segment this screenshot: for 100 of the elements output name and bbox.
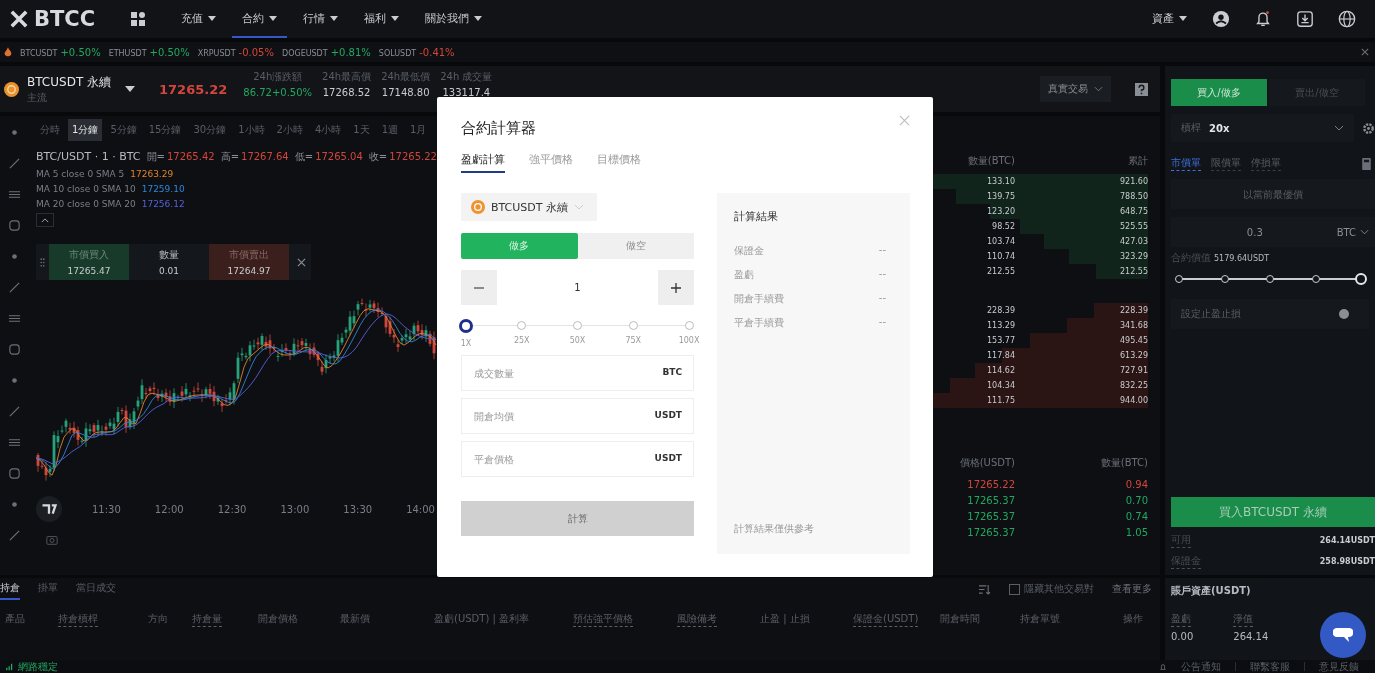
interval-tab[interactable]: 30分鐘 — [189, 119, 231, 141]
calculator-icon[interactable] — [1362, 157, 1371, 170]
symbol-select[interactable]: BTCUSDT 永續 — [461, 193, 597, 221]
slider-node[interactable] — [1266, 275, 1274, 283]
coin-icon — [471, 200, 485, 214]
price-field[interactable]: 以當前最優價 — [1171, 179, 1375, 209]
calculator-tab[interactable]: 強平價格 — [529, 152, 573, 173]
market-sell-button[interactable]: 市價賣出 17264.97 — [209, 244, 289, 280]
unit-label: BTC — [662, 367, 682, 377]
stat-label: 24h 成交量 — [440, 70, 493, 84]
nav-menu-item[interactable]: 關於我們 — [415, 0, 493, 38]
download-icon[interactable] — [1296, 10, 1314, 28]
lines-icon[interactable] — [7, 188, 21, 201]
fire-icon — [4, 47, 12, 57]
slider-node[interactable] — [1220, 275, 1229, 283]
chevron-up-icon — [41, 217, 49, 223]
interval-tab[interactable]: 1週 — [377, 119, 403, 141]
leverage-select[interactable]: 槓桿 20x — [1171, 114, 1354, 142]
time-axis-label: 14:00 — [406, 503, 435, 515]
leverage-input[interactable]: 1 — [497, 270, 658, 305]
direction-tab[interactable]: 做多 — [461, 233, 578, 259]
assets-menu[interactable]: 資產 — [1142, 0, 1197, 38]
order-total: 212.55 — [1119, 267, 1148, 276]
interval-tab[interactable]: 2小時 — [272, 119, 307, 141]
market-buy-button[interactable]: 市價買入 17265.47 — [49, 244, 129, 280]
ohlc-value: 17265.22 — [389, 151, 437, 162]
settings-icon[interactable] — [1362, 121, 1375, 135]
logo-text[interactable]: BTCC — [34, 7, 96, 31]
column-header: 開倉價格 — [258, 612, 298, 626]
footer-link[interactable]: 意見反饋 — [1319, 659, 1359, 673]
order-type-tab[interactable]: 停損單 — [1251, 156, 1281, 171]
calculator-tab[interactable]: 盈虧計算 — [461, 152, 505, 173]
positions-tab[interactable]: 當日成交 — [76, 578, 116, 600]
order-quantity: 117.84 — [986, 351, 1015, 360]
chart-pair-title: BTC/USDT · 1 · BTC — [36, 150, 141, 163]
logo-icon — [36, 496, 62, 522]
order-type-tab[interactable]: 限價單 — [1211, 156, 1241, 171]
interval-tab[interactable]: 1分鐘 — [68, 119, 103, 141]
nav-menu-item[interactable]: 充值 — [171, 0, 227, 38]
globe-icon[interactable] — [1338, 10, 1356, 28]
indicator-value: 17263.29 — [130, 169, 174, 179]
column-header: 累計 — [1127, 154, 1148, 168]
interval-tab[interactable]: 15分鐘 — [144, 119, 186, 141]
sort-icon[interactable] — [978, 583, 991, 595]
slider-node[interactable] — [1175, 275, 1183, 283]
drag-handle-icon[interactable] — [40, 256, 45, 268]
symbol-name[interactable]: BTCUSDT 永續 — [27, 73, 112, 91]
ticker-item[interactable]: SOLUSDT -0.41% — [378, 46, 455, 58]
order-quantity: 111.75 — [986, 396, 1015, 405]
footer-link[interactable]: 聯繫客服 — [1250, 659, 1290, 673]
caret-icon[interactable] — [125, 86, 136, 92]
interval-tab[interactable]: 1天 — [349, 119, 374, 141]
user-icon[interactable] — [1212, 10, 1230, 28]
ticker-item[interactable]: DOGEUSDT +0.81% — [281, 46, 371, 58]
hide-pairs-checkbox[interactable]: 隱藏其他交易對 — [1009, 582, 1094, 596]
account-mode-select[interactable]: 真實交易 — [1040, 76, 1111, 102]
stat-label: 24h漲跌額 — [253, 70, 303, 84]
order-total: 832.25 — [1119, 381, 1148, 390]
nav-menu-item[interactable]: 行情 — [293, 0, 349, 38]
column-header: 最新價 — [340, 612, 370, 626]
quantity-field[interactable]: 數量 0.01 — [129, 244, 209, 280]
leverage-mark-label: 50X — [569, 336, 586, 345]
positions-tab[interactable]: 持倉 — [0, 578, 20, 600]
order-total: 727.91 — [1119, 366, 1148, 375]
positions-tab[interactable]: 掛單 — [38, 578, 58, 600]
slider-thumb[interactable] — [1355, 273, 1367, 285]
view-more-link[interactable]: 查看更多 — [1112, 582, 1152, 596]
direction-tab[interactable]: 做空 — [577, 233, 694, 259]
quantity-field[interactable]: 0.3 BTC — [1171, 217, 1375, 247]
interval-tab[interactable]: 5分鐘 — [106, 119, 141, 141]
leverage-mark[interactable] — [459, 319, 473, 333]
ticker-item[interactable]: BTCUSDT +0.50% — [20, 46, 101, 58]
result-label: 平倉手續費 — [734, 316, 784, 330]
order-type-tab[interactable]: 市價單 — [1171, 156, 1201, 171]
close-icon[interactable] — [1361, 48, 1369, 56]
interval-tab[interactable]: 4小時 — [310, 119, 346, 141]
bell-icon[interactable] — [1254, 10, 1272, 28]
help-icon[interactable] — [1135, 82, 1148, 96]
calculator-tab[interactable]: 目標價格 — [597, 152, 641, 173]
camera-icon[interactable] — [46, 534, 58, 546]
footer-link[interactable]: 公告通知 — [1181, 659, 1221, 673]
buy-button[interactable]: 買入BTCUSDT 永續 — [1171, 497, 1375, 527]
interval-tab[interactable]: 分時 — [36, 119, 64, 141]
slider-node[interactable] — [1311, 275, 1320, 283]
grid-icon[interactable] — [131, 12, 146, 26]
nav-menu-item[interactable]: 福利 — [354, 0, 410, 38]
result-value: -- — [878, 292, 886, 305]
order-total: 323.29 — [1119, 252, 1148, 261]
line-icon[interactable] — [7, 157, 21, 170]
ticker-item[interactable]: XRPUSDT -0.05% — [197, 46, 274, 58]
collapse-button[interactable] — [36, 213, 54, 227]
interval-tab[interactable]: 1小時 — [234, 119, 269, 141]
nav-menu-item[interactable]: 合約 — [232, 0, 288, 38]
interval-tab[interactable]: 1月 — [406, 119, 431, 141]
side-tab[interactable]: 買入/做多 — [1171, 79, 1267, 106]
unit-label: USDT — [654, 410, 682, 420]
time-axis-label: 12:00 — [154, 503, 184, 515]
close-icon[interactable] — [297, 257, 306, 267]
ticker-item[interactable]: ETHUSDT +0.50% — [108, 46, 190, 58]
indicator-label: MA 5 close 0 SMA 5 — [36, 169, 125, 179]
